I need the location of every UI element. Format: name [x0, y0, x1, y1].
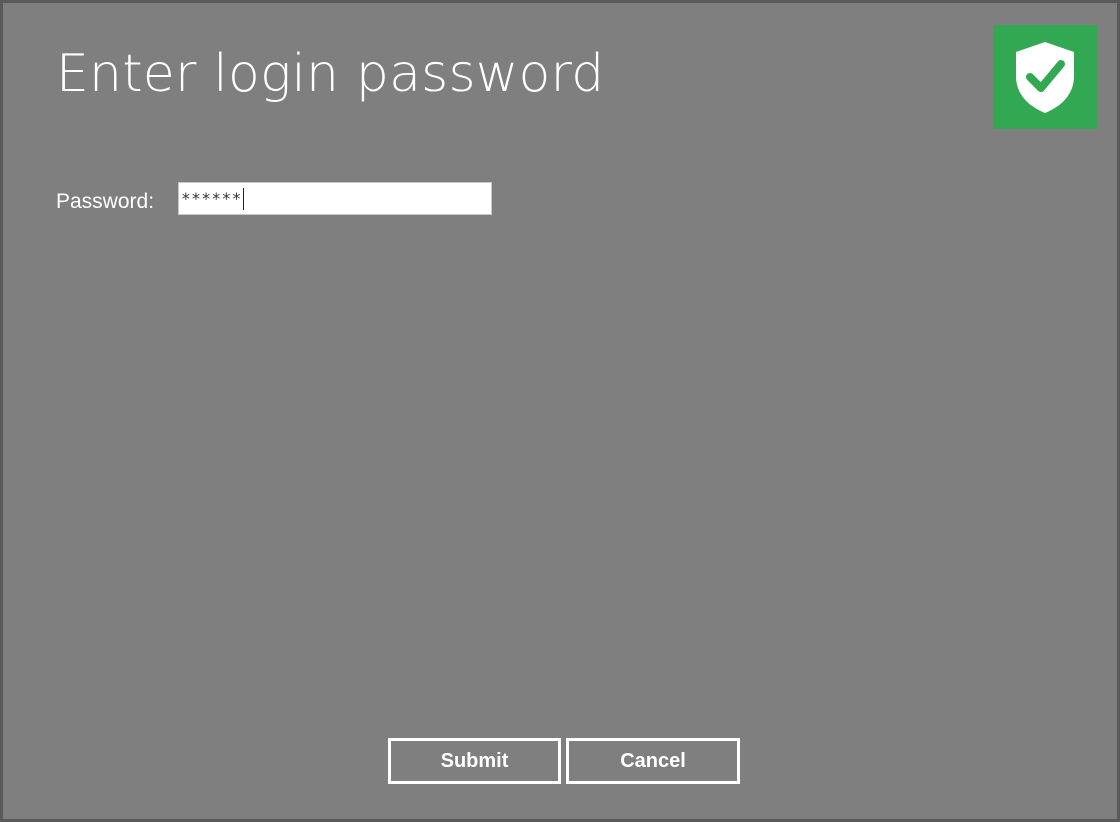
password-field[interactable]: ****** [178, 182, 492, 215]
security-badge [993, 25, 1097, 129]
dialog-title: Enter login password [56, 44, 605, 104]
password-masked-value: ****** [181, 189, 242, 208]
submit-button[interactable]: Submit [388, 738, 561, 784]
cancel-button[interactable]: Cancel [566, 738, 740, 784]
cancel-button-label: Cancel [620, 749, 686, 772]
text-caret [242, 187, 244, 210]
login-password-dialog: Enter login password Password: ****** Su… [0, 0, 1120, 822]
password-label: Password: [56, 190, 155, 213]
submit-button-label: Submit [440, 749, 509, 772]
shield-check-icon [1010, 38, 1080, 116]
